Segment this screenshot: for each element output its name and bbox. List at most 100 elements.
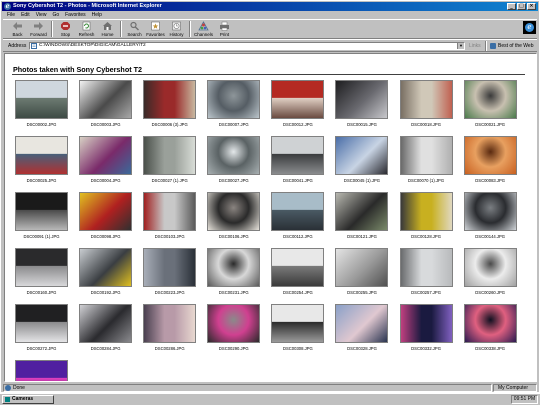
photo-thumbnail[interactable] (207, 248, 261, 287)
photo-thumbnail[interactable] (79, 136, 133, 175)
photo-item[interactable]: DSC00007.JPG (207, 80, 261, 127)
toolbar-print-button[interactable]: Print (214, 20, 235, 39)
photo-filename[interactable]: DSC00223.JPG (155, 290, 185, 295)
photo-item[interactable]: DSC00103.JPG (143, 192, 197, 239)
photo-thumbnail[interactable] (335, 192, 389, 231)
photo-filename[interactable]: DSC00002.JPG (27, 122, 57, 127)
photo-filename[interactable]: DSC00070 (1).JPG (408, 178, 444, 183)
photo-filename[interactable]: DSC00328.JPG (347, 346, 377, 351)
photo-item[interactable]: DSC00083.JPG (463, 136, 517, 183)
photo-filename[interactable]: DSC00112.JPG (283, 234, 312, 239)
photo-thumbnail[interactable] (271, 80, 325, 119)
taskbar-button-cameras[interactable]: Cameras (2, 395, 54, 404)
photo-item[interactable]: DSC00272.JPG (15, 304, 68, 351)
photo-filename[interactable]: DSC00308.JPG (283, 346, 313, 351)
photo-filename[interactable]: DSC00128.JPG (411, 234, 441, 239)
photo-filename[interactable]: DSC00007.JPG (219, 122, 249, 127)
toolbar-search-button[interactable]: Search (124, 20, 145, 39)
photo-filename[interactable]: DSC00338.JPG (475, 346, 505, 351)
photo-item[interactable]: DSC00106.JPG (207, 192, 261, 239)
photo-item[interactable]: DSC00260.JPG (463, 248, 517, 295)
address-input[interactable]: C:\WINDOWS\DESKTOP\DIGICAM\GALLERY\T2 ▼ (29, 42, 465, 50)
photo-filename[interactable]: DSC00004.JPG (91, 178, 121, 183)
photo-item[interactable]: DSC00121.JPG (335, 192, 389, 239)
photo-filename[interactable]: DSC00286.JPG (155, 346, 185, 351)
photo-filename[interactable]: DSC00160.JPG (27, 290, 57, 295)
ie-window-icon[interactable]: e (4, 3, 11, 10)
toolbar-channels-button[interactable]: Channels (193, 20, 214, 39)
photo-item[interactable]: DSC00231.JPG (207, 248, 261, 295)
photo-thumbnail[interactable] (15, 360, 68, 381)
toolbar-favorites-button[interactable]: Favorites (145, 20, 166, 39)
photo-thumbnail[interactable] (335, 304, 389, 343)
photo-filename[interactable]: DSC00012.JPG (283, 122, 313, 127)
photo-filename[interactable]: DSC00284.JPG (91, 346, 121, 351)
photo-thumbnail[interactable] (15, 304, 68, 343)
photo-thumbnail[interactable] (463, 248, 517, 287)
photo-thumbnail[interactable] (79, 248, 133, 287)
photo-filename[interactable]: DSC00025.JPG (27, 178, 57, 183)
photo-thumbnail[interactable] (15, 192, 68, 231)
photo-filename[interactable]: DSC00098.JPG (91, 234, 121, 239)
photo-filename[interactable]: DSC00332.JPG (411, 346, 441, 351)
photo-thumbnail[interactable] (399, 136, 453, 175)
photo-thumbnail[interactable] (399, 248, 453, 287)
photo-filename[interactable]: DSC00015.JPG (347, 122, 377, 127)
photo-filename[interactable]: DSC00027 (1).JPG (152, 178, 188, 183)
toolbar-back-button[interactable]: Back (7, 20, 28, 39)
photo-thumbnail[interactable] (207, 136, 261, 175)
menu-edit[interactable]: Edit (21, 11, 30, 19)
photo-item[interactable]: DSC00025.JPG (15, 136, 68, 183)
photo-item[interactable]: DSC00015.JPG (335, 80, 389, 127)
close-button[interactable]: × (527, 3, 536, 10)
photo-filename[interactable]: DSC00091 (1).JPG (23, 234, 59, 239)
minimize-button[interactable]: _ (507, 3, 516, 10)
photo-thumbnail[interactable] (271, 192, 325, 231)
photo-thumbnail[interactable] (15, 136, 68, 175)
photo-thumbnail[interactable] (79, 304, 133, 343)
photo-thumbnail[interactable] (271, 136, 325, 175)
photo-item[interactable]: DSC00003.JPG (79, 80, 133, 127)
photo-thumbnail[interactable] (335, 248, 389, 287)
photo-item[interactable]: DSC00112.JPG (271, 192, 325, 239)
address-dropdown-icon[interactable]: ▼ (457, 43, 464, 49)
photo-thumbnail[interactable] (143, 136, 197, 175)
photo-item[interactable]: DSC00255.JPG (335, 248, 389, 295)
photo-filename[interactable]: DSC00255.JPG (347, 290, 377, 295)
photo-thumbnail[interactable] (143, 80, 197, 119)
photo-thumbnail[interactable] (463, 304, 517, 343)
toolbar-history-button[interactable]: History (166, 20, 187, 39)
photo-item[interactable]: DSC00284.JPG (79, 304, 133, 351)
photo-filename[interactable]: DSC00192.JPG (91, 290, 121, 295)
menu-file[interactable]: File (7, 11, 15, 19)
photo-item[interactable]: DSC00254.JPG (271, 248, 325, 295)
photo-item[interactable]: DSC00006 (3).JPG (143, 80, 197, 127)
photo-item[interactable]: DSC00027 (1).JPG (143, 136, 197, 183)
photo-item[interactable]: DSC00091 (1).JPG (15, 192, 68, 239)
photo-filename[interactable]: DSC00006 (3).JPG (152, 122, 188, 127)
photo-filename[interactable]: DSC00121.JPG (347, 234, 377, 239)
photo-item[interactable]: DSC00392.JPG (15, 360, 68, 381)
photo-item[interactable]: DSC00257.JPG (399, 248, 453, 295)
photo-item[interactable]: DSC00144.JPG (463, 192, 517, 239)
photo-item[interactable]: DSC00004.JPG (79, 136, 133, 183)
photo-filename[interactable]: DSC00144.JPG (475, 234, 505, 239)
photo-filename[interactable]: DSC00083.JPG (475, 178, 505, 183)
toolbar-forward-button[interactable]: Forward (28, 20, 49, 39)
photo-thumbnail[interactable] (399, 80, 453, 119)
photo-item[interactable]: DSC00021.JPG (463, 80, 517, 127)
photo-item[interactable]: DSC00328.JPG (335, 304, 389, 351)
maximize-button[interactable]: □ (517, 3, 526, 10)
photo-item[interactable]: DSC00338.JPG (463, 304, 517, 351)
photo-thumbnail[interactable] (335, 80, 389, 119)
photo-thumbnail[interactable] (463, 136, 517, 175)
photo-item[interactable]: DSC00332.JPG (399, 304, 453, 351)
photo-filename[interactable]: DSC00257.JPG (411, 290, 441, 295)
photo-filename[interactable]: DSC00106.JPG (219, 234, 249, 239)
photo-filename[interactable]: DSC00003.JPG (91, 122, 121, 127)
menu-favorites[interactable]: Favorites (65, 11, 86, 19)
photo-thumbnail[interactable] (207, 80, 261, 119)
photo-thumbnail[interactable] (207, 192, 261, 231)
photo-thumbnail[interactable] (463, 80, 517, 119)
photo-filename[interactable]: DSC00021.JPG (475, 122, 505, 127)
